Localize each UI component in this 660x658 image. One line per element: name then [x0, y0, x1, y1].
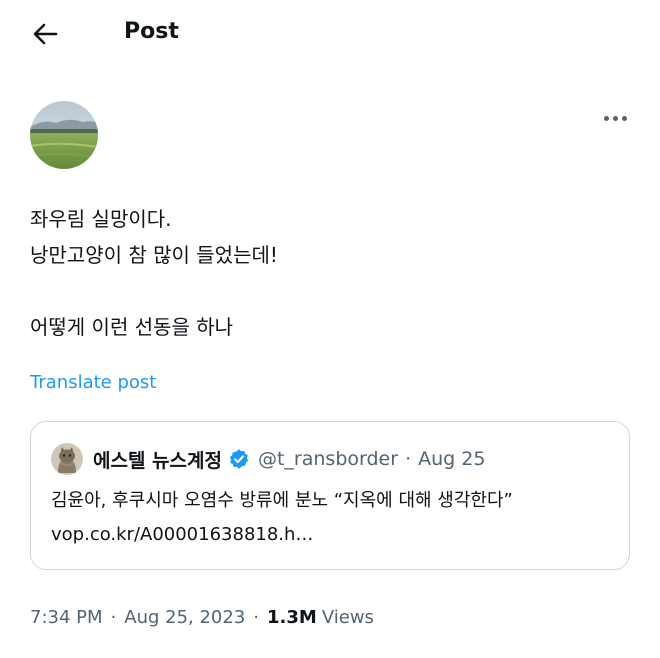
translate-post-link[interactable]: Translate post [30, 372, 156, 393]
arrow-left-icon [33, 23, 58, 45]
verified-badge-icon [229, 449, 249, 469]
views-count[interactable]: 1.3M [267, 607, 317, 628]
quoted-author-handle[interactable]: @t_ransborder [258, 448, 398, 470]
post-text: 좌우림 실망이다. 낭만고양이 참 많이 들었는데! 어떻게 이런 선동을 하나 [30, 201, 630, 345]
landscape-field-avatar [30, 101, 98, 169]
post-text-blank-line [30, 273, 630, 309]
quoted-post-link-text: vop.co.kr/A00001638818.h… [51, 524, 314, 545]
more-horizontal-icon [603, 115, 609, 121]
separator-dot: · [110, 606, 117, 628]
author-avatar[interactable] [30, 101, 98, 169]
post-meta: 7:34 PM · Aug 25, 2023 · 1.3M Views [30, 603, 374, 631]
post-text-line: 낭만고양이 참 많이 들었는데! [30, 243, 278, 267]
cat-avatar [51, 443, 83, 475]
views-label[interactable]: Views [322, 607, 374, 628]
separator-dot: · [405, 448, 412, 470]
post-date[interactable]: Aug 25, 2023 [124, 607, 245, 628]
post-text-line: 어떻게 이런 선동을 하나 [30, 315, 234, 339]
more-options-button[interactable] [598, 108, 632, 128]
quoted-post-date[interactable]: Aug 25 [418, 448, 485, 470]
separator-dot: · [253, 606, 260, 628]
back-button[interactable] [26, 14, 66, 54]
post-text-line: 좌우림 실망이다. [30, 207, 172, 231]
quoted-author-avatar[interactable] [51, 443, 83, 475]
quoted-post-header: 에스텔 뉴스계정 @t_ransborder · Aug 25 [51, 443, 485, 475]
top-bar: Post [0, 0, 660, 66]
quoted-author-name[interactable]: 에스텔 뉴스계정 [93, 446, 222, 473]
quoted-post-card[interactable]: 에스텔 뉴스계정 @t_ransborder · Aug 25 김윤아, 후쿠시… [30, 421, 630, 570]
quoted-post-text-line: 김윤아, 후쿠시마 오염수 방류에 분노 “지옥에 대해 생각한다” [51, 490, 513, 511]
quoted-post-text: 김윤아, 후쿠시마 오염수 방류에 분노 “지옥에 대해 생각한다” vop.c… [51, 484, 621, 552]
page-title: Post [124, 19, 179, 44]
post-time[interactable]: 7:34 PM [30, 607, 103, 628]
